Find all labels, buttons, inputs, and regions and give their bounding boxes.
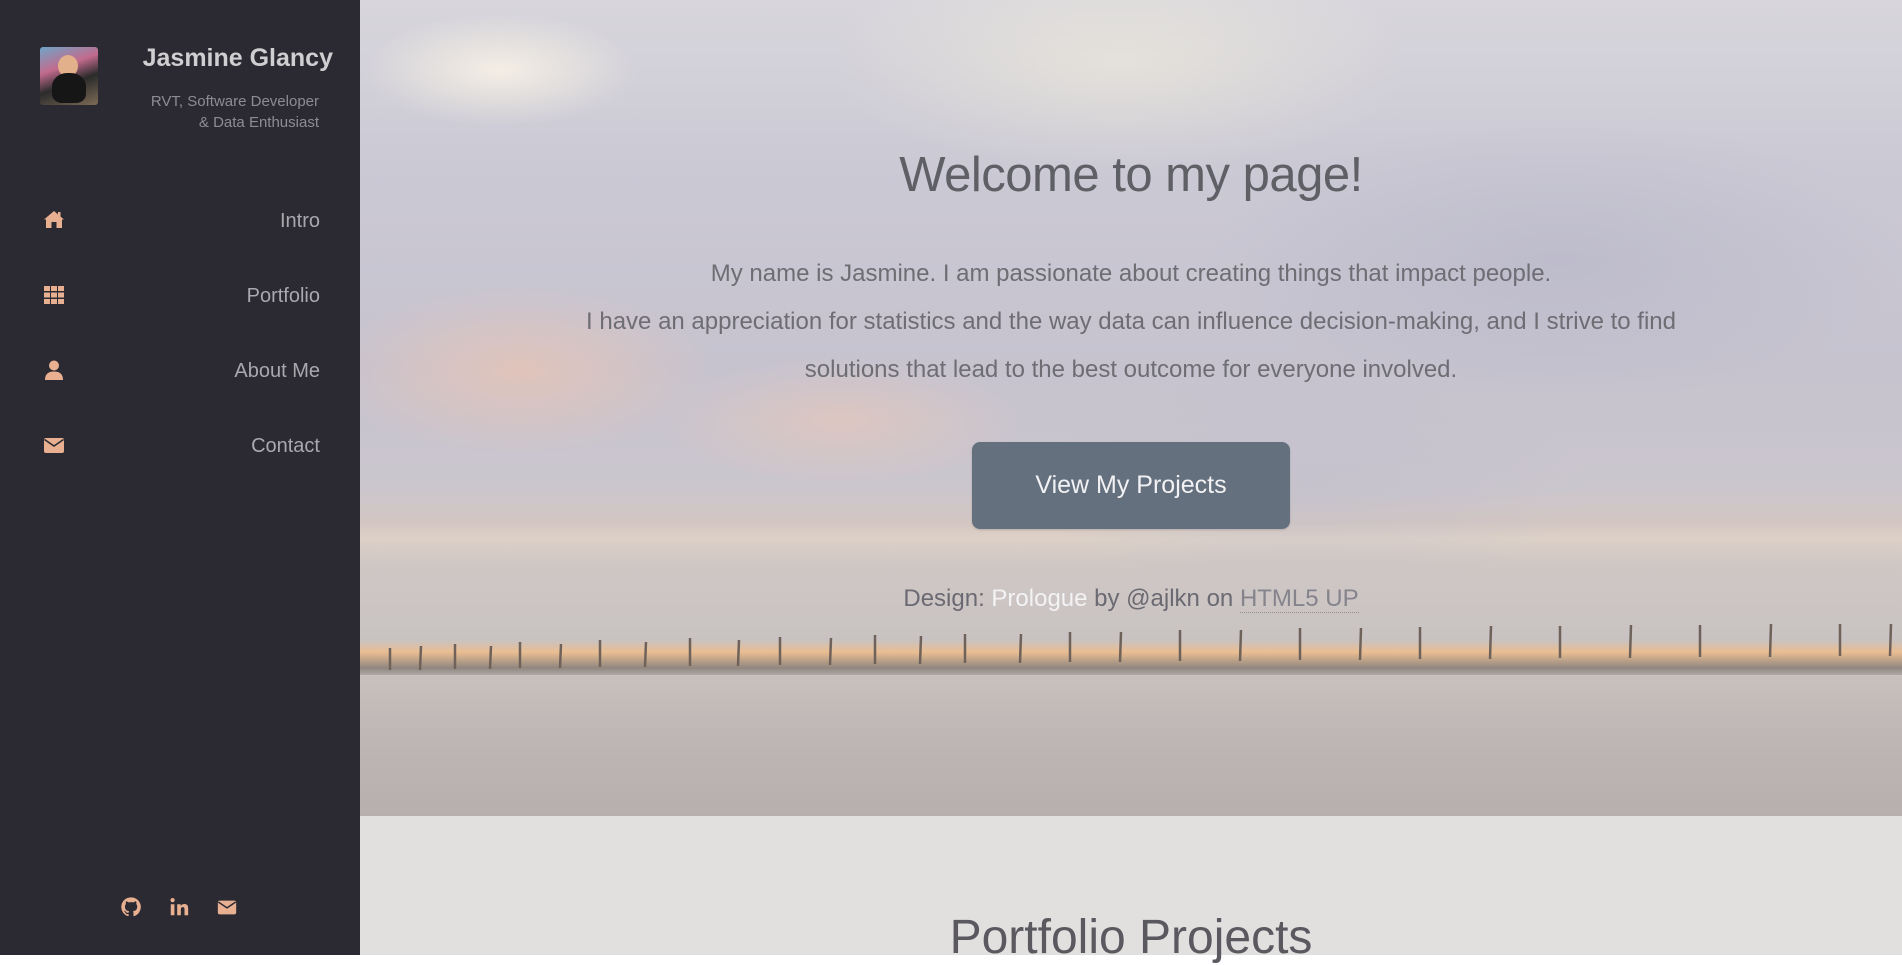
user-icon bbox=[45, 360, 63, 380]
nav-item-label: Contact bbox=[251, 435, 320, 457]
nav-item-label: About Me bbox=[234, 360, 320, 382]
social-links bbox=[120, 896, 238, 918]
envelope-icon[interactable] bbox=[216, 896, 238, 918]
nav-item-about-me[interactable]: About Me bbox=[0, 347, 360, 422]
prologue-link[interactable]: Prologue bbox=[991, 585, 1087, 612]
nav-item-portfolio[interactable]: Portfolio bbox=[0, 272, 360, 347]
hero-text-line-1: My name is Jasmine. I am passionate abou… bbox=[710, 260, 1552, 287]
linkedin-icon[interactable] bbox=[168, 896, 190, 918]
hero-beach bbox=[360, 675, 1902, 816]
github-icon[interactable] bbox=[120, 896, 142, 918]
tagline-line-1: RVT, Software Developer bbox=[150, 93, 319, 110]
hero-section: Welcome to my page! My name is Jasmine. … bbox=[360, 0, 1902, 816]
fence-posts bbox=[388, 623, 1893, 671]
profile-tagline: RVT, Software Developer & Data Enthusias… bbox=[99, 91, 319, 133]
nav-item-label: Portfolio bbox=[246, 285, 320, 307]
hero-text-line-2: I have an appreciation for statistics an… bbox=[586, 308, 1676, 335]
portfolio-title: Portfolio Projects bbox=[949, 911, 1313, 964]
grid-icon bbox=[44, 286, 64, 304]
hero-title: Welcome to my page! bbox=[899, 148, 1363, 202]
design-credit: Design: Prologue by @ajlkn on HTML5 UP bbox=[360, 585, 1902, 613]
credit-prefix: Design: bbox=[903, 585, 992, 612]
view-projects-button[interactable]: View My Projects bbox=[972, 442, 1290, 529]
sidebar: Jasmine Glancy RVT, Software Developer &… bbox=[0, 0, 360, 955]
credit-middle: by @ajlkn on bbox=[1087, 585, 1240, 612]
hero-text-line-3: solutions that lead to the best outcome … bbox=[804, 356, 1458, 383]
html5up-link[interactable]: HTML5 UP bbox=[1239, 585, 1359, 613]
portfolio-section: Portfolio Projects bbox=[360, 816, 1902, 964]
nav-item-label: Intro bbox=[279, 210, 320, 232]
profile-name: Jasmine Glancy bbox=[142, 44, 333, 72]
hero-intro-text: My name is Jasmine. I am passionate abou… bbox=[551, 250, 1711, 394]
nav-item-contact[interactable]: Contact bbox=[0, 422, 360, 497]
avatar bbox=[40, 47, 98, 105]
sidebar-nav: Intro Portfolio About Me Contact bbox=[0, 197, 360, 497]
nav-item-intro[interactable]: Intro bbox=[0, 197, 360, 272]
home-icon bbox=[44, 211, 64, 228]
tagline-line-2: & Data Enthusiast bbox=[198, 114, 319, 131]
envelope-icon bbox=[44, 438, 64, 453]
